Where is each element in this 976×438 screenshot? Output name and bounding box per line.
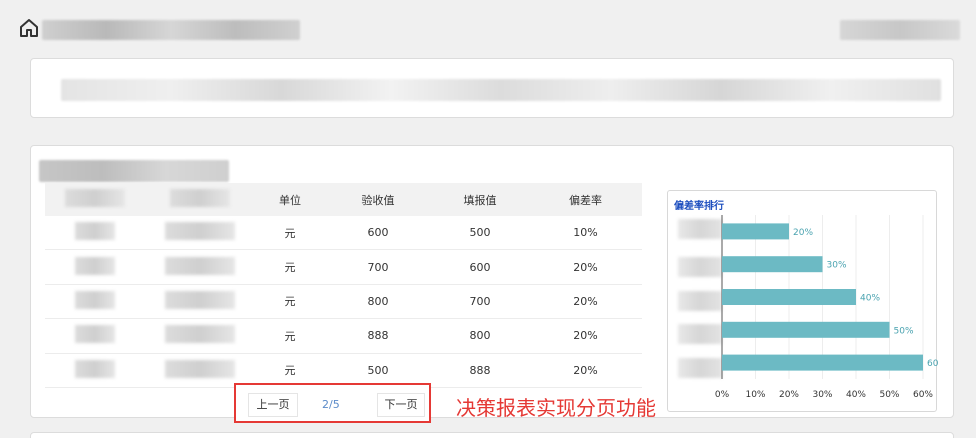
- bar-value-label: 30%: [827, 261, 847, 271]
- cell-unit: 元: [284, 226, 296, 240]
- x-tick-label: 30%: [812, 390, 832, 400]
- cell-reported: 888: [469, 363, 491, 377]
- cell-reported: 600: [469, 260, 491, 274]
- header-cell-blurred: [45, 189, 145, 210]
- cell-reported: 700: [469, 294, 491, 308]
- cell-blurred: [45, 359, 145, 381]
- cell-blurred: [45, 325, 145, 346]
- cell-blurred: [45, 256, 145, 278]
- x-tick-label: 40%: [846, 390, 866, 400]
- cell-blurred: [145, 325, 255, 346]
- report-table: 单位 验收值 填报值 偏差率 元 600 500 10% 元 700 600 2…: [45, 183, 642, 388]
- cell-accepted: 600: [367, 226, 389, 240]
- report-title: [39, 160, 229, 182]
- cell-blurred: [145, 359, 255, 381]
- bar-value-label: 60: [927, 359, 938, 369]
- cell-deviation: 20%: [573, 329, 598, 343]
- bar-value-label: 40%: [860, 294, 880, 304]
- cell-accepted: 888: [367, 329, 389, 343]
- bar[interactable]: [722, 223, 789, 240]
- next-page-button[interactable]: 下一页: [377, 393, 425, 417]
- cell-blurred: [45, 222, 145, 243]
- cell-unit: 元: [284, 295, 296, 309]
- cell-unit: 元: [284, 329, 296, 343]
- pagination: 上一页 2/5 下一页: [234, 383, 431, 423]
- deviation-ranking-chart: 偏差率排行 0% 10% 20% 30% 40% 50% 60% 20% 30% 40% 50% 60: [667, 190, 938, 412]
- table-header-row: 单位 验收值 填报值 偏差率: [45, 183, 642, 216]
- header-unit: 单位: [279, 193, 301, 207]
- cell-blurred: [145, 256, 255, 278]
- bar-value-label: 50%: [894, 326, 914, 336]
- header-accepted: 验收值: [361, 193, 395, 207]
- top-bar: [0, 0, 976, 56]
- cell-deviation: 20%: [573, 260, 598, 274]
- x-tick-label: 10%: [745, 390, 765, 400]
- bar[interactable]: [722, 354, 923, 371]
- user-info[interactable]: [840, 20, 960, 40]
- x-tick-label: 50%: [879, 390, 899, 400]
- bar[interactable]: [722, 321, 890, 338]
- x-tick-label: 60%: [913, 390, 933, 400]
- home-icon[interactable]: [18, 17, 40, 39]
- table-row: 元 700 600 20%: [45, 250, 642, 285]
- cell-blurred: [145, 222, 255, 243]
- filter-panel: [30, 58, 954, 118]
- prev-page-button[interactable]: 上一页: [248, 393, 298, 417]
- cell-accepted: 500: [367, 363, 389, 377]
- cell-deviation: 20%: [573, 363, 598, 377]
- next-panel: [30, 432, 954, 438]
- page-indicator: 2/5: [322, 398, 340, 411]
- chart-plot: 0% 10% 20% 30% 40% 50% 60% 20% 30% 40% 50% 60: [715, 215, 938, 400]
- table-row: 元 800 700 20%: [45, 285, 642, 320]
- bar[interactable]: [722, 289, 856, 305]
- x-tick-label: 20%: [779, 390, 799, 400]
- bar-value-label: 20%: [793, 228, 813, 238]
- cell-deviation: 20%: [573, 294, 598, 308]
- cell-blurred: [145, 290, 255, 312]
- table-row: 元 600 500 10%: [45, 216, 642, 251]
- header-cell-blurred: [145, 189, 255, 210]
- cell-deviation: 10%: [573, 226, 598, 240]
- cell-reported: 500: [469, 226, 491, 240]
- header-deviation: 偏差率: [569, 193, 602, 207]
- filter-controls[interactable]: [61, 79, 941, 101]
- x-tick-label: 0%: [715, 390, 730, 400]
- cell-accepted: 700: [367, 260, 389, 274]
- cell-unit: 元: [284, 261, 296, 275]
- bar[interactable]: [722, 256, 823, 273]
- annotation-text: 决策报表实现分页功能: [456, 396, 656, 420]
- cell-unit: 元: [284, 364, 296, 378]
- header-reported: 填报值: [463, 193, 497, 207]
- cell-reported: 800: [469, 329, 491, 343]
- cell-blurred: [45, 290, 145, 312]
- table-row: 元 888 800 20%: [45, 319, 642, 354]
- cell-accepted: 800: [367, 294, 389, 308]
- breadcrumb: [42, 20, 300, 40]
